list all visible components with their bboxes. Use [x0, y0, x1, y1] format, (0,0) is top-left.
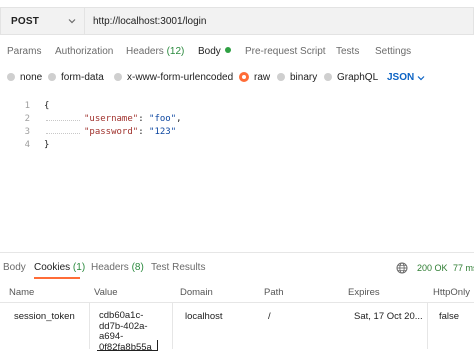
- radio-none-label: none: [20, 72, 42, 83]
- response-tab-headers-count: (8): [132, 262, 144, 273]
- tab-settings[interactable]: Settings: [375, 46, 411, 57]
- cookie-httponly: false: [439, 311, 459, 322]
- tab-tests[interactable]: Tests: [336, 46, 359, 57]
- column-header-domain: Domain: [180, 287, 213, 298]
- column-header-name: Name: [9, 287, 34, 298]
- code-line-1: {: [44, 101, 49, 111]
- json-key: "password": [84, 127, 138, 137]
- response-tabs: Body Cookies (1) Headers (8) Test Result…: [0, 262, 474, 276]
- cookie-path: /: [268, 311, 271, 322]
- cookie-expires: Sat, 17 Oct 20...: [354, 311, 423, 322]
- indent-guide: [46, 120, 80, 122]
- code-brace-close: }: [44, 140, 49, 150]
- body-type-selector: none form-data x-www-form-urlencoded raw…: [0, 72, 474, 86]
- url-input[interactable]: http://localhost:3001/login: [84, 7, 474, 35]
- radio-urlencoded[interactable]: x-www-form-urlencoded: [114, 72, 233, 83]
- tab-headers-count: (12): [167, 46, 185, 57]
- radio-graphql[interactable]: GraphQL: [324, 72, 378, 83]
- code-line-4: }: [44, 140, 49, 150]
- tab-body-label: Body: [198, 46, 221, 57]
- radio-circle: [48, 73, 56, 81]
- column-header-httponly: HttpOnly: [433, 287, 470, 298]
- response-tab-cookies-label: Cookies: [34, 262, 70, 273]
- radio-circle-selected: [239, 72, 249, 82]
- line-number: 4: [20, 140, 30, 150]
- pane-divider[interactable]: [0, 252, 474, 253]
- response-status[interactable]: 200 OK: [417, 263, 448, 273]
- json-colon: :: [138, 114, 149, 124]
- response-tab-headers-label: Headers: [91, 262, 129, 273]
- code-line-2: "username": "foo",: [84, 114, 182, 124]
- response-tab-headers[interactable]: Headers (8): [91, 262, 144, 273]
- json-value: "foo": [149, 114, 176, 124]
- json-value: "123": [149, 127, 176, 137]
- value-cell-resize-marker: [97, 340, 158, 351]
- radio-raw[interactable]: raw: [239, 72, 270, 83]
- cookies-table-header: Name Value Domain Path Expires HttpOnly: [0, 287, 474, 299]
- radio-binary[interactable]: binary: [277, 72, 317, 83]
- tab-headers-label: Headers: [126, 46, 164, 57]
- response-time[interactable]: 77 ms: [453, 263, 474, 273]
- radio-form-data[interactable]: form-data: [48, 72, 104, 83]
- response-tab-cookies-count: (1): [73, 262, 85, 273]
- chevron-down-icon[interactable]: [416, 73, 426, 83]
- format-select[interactable]: JSON: [387, 72, 414, 83]
- tab-headers[interactable]: Headers (12): [126, 46, 184, 57]
- code-line-3: "password": "123": [84, 127, 176, 137]
- tab-params[interactable]: Params: [7, 46, 41, 57]
- request-tabs: Params Authorization Headers (12) Body P…: [0, 46, 474, 60]
- tab-pre-request-script[interactable]: Pre-request Script: [245, 46, 326, 57]
- cookie-value-line: cdb60a1c-: [99, 311, 152, 322]
- column-divider: [427, 302, 428, 349]
- json-colon: :: [138, 127, 149, 137]
- radio-circle: [114, 73, 122, 81]
- json-comma: ,: [176, 114, 181, 124]
- request-bar: POST http://localhost:3001/login: [0, 7, 474, 35]
- json-key: "username": [84, 114, 138, 124]
- body-indicator-dot: [225, 47, 231, 53]
- response-tab-cookies[interactable]: Cookies (1): [34, 262, 85, 273]
- json-editor[interactable]: 1 2 3 4 { "username": "foo", "password":…: [0, 97, 474, 252]
- radio-circle: [324, 73, 332, 81]
- column-header-expires: Expires: [348, 287, 380, 298]
- radio-form-data-label: form-data: [61, 72, 104, 83]
- url-text: http://localhost:3001/login: [93, 16, 206, 27]
- method-select[interactable]: POST: [0, 7, 84, 35]
- line-number: 2: [20, 114, 30, 124]
- response-tab-test-results[interactable]: Test Results: [151, 262, 205, 273]
- tab-authorization[interactable]: Authorization: [55, 46, 113, 57]
- radio-binary-label: binary: [290, 72, 317, 83]
- chevron-down-icon: [67, 16, 77, 26]
- radio-urlencoded-label: x-www-form-urlencoded: [127, 72, 233, 83]
- column-divider: [172, 302, 173, 349]
- response-tab-body[interactable]: Body: [3, 262, 26, 273]
- globe-icon[interactable]: [396, 262, 408, 274]
- column-header-path: Path: [264, 287, 284, 298]
- active-tab-underline: [34, 277, 80, 279]
- radio-circle: [277, 73, 285, 81]
- code-brace-open: {: [44, 101, 49, 111]
- line-number: 1: [20, 101, 30, 111]
- cookie-name: session_token: [14, 311, 75, 322]
- radio-circle: [7, 73, 15, 81]
- radio-raw-label: raw: [254, 72, 270, 83]
- column-divider: [89, 302, 90, 349]
- table-row-divider: [0, 302, 474, 303]
- indent-guide: [46, 133, 80, 135]
- method-label: POST: [11, 16, 39, 27]
- radio-none[interactable]: none: [7, 72, 42, 83]
- tab-body[interactable]: Body: [198, 46, 231, 57]
- cookie-domain: localhost: [185, 311, 223, 322]
- radio-graphql-label: GraphQL: [337, 72, 378, 83]
- column-header-value: Value: [94, 287, 118, 298]
- line-number: 3: [20, 127, 30, 137]
